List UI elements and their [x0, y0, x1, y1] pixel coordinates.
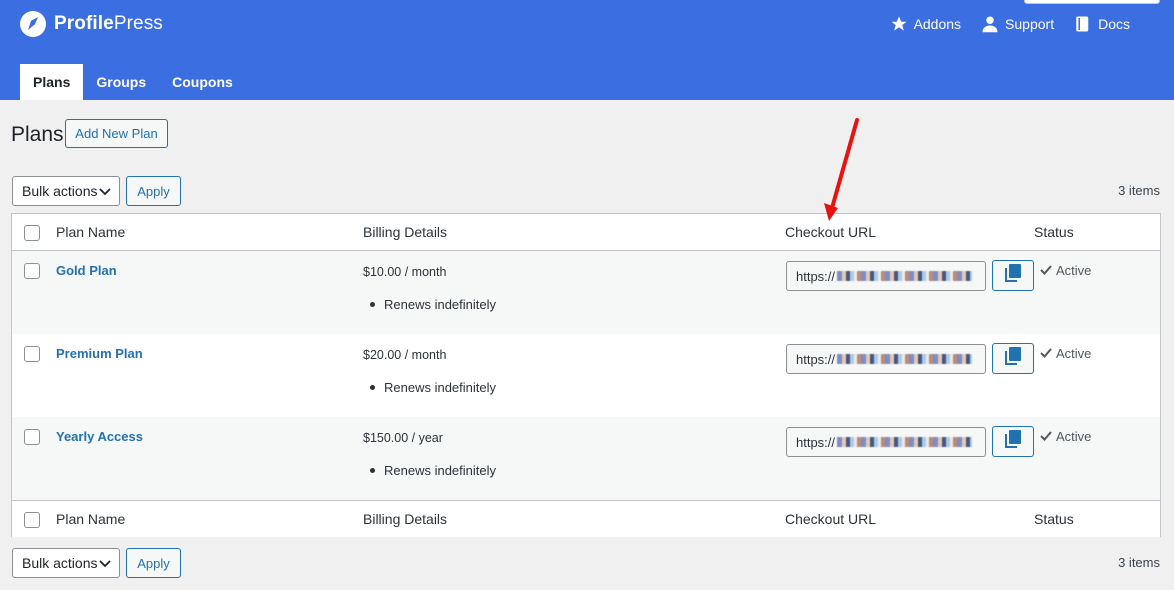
bulk-actions-select-top[interactable]: Bulk actions — [12, 176, 120, 206]
nav-tabs: Plans Groups Coupons — [20, 64, 246, 100]
copy-url-button[interactable] — [992, 426, 1034, 457]
renewal-text: Renews indefinitely — [384, 380, 497, 395]
bullet — [370, 385, 375, 390]
redacted-url — [837, 271, 973, 281]
tab-plans[interactable]: Plans — [20, 64, 84, 100]
docs-link[interactable]: Docs — [1074, 15, 1130, 33]
item-count-top: 3 items — [1118, 183, 1160, 198]
add-new-plan-button[interactable]: Add New Plan — [65, 119, 168, 148]
apply-button-top[interactable]: Apply — [126, 176, 181, 206]
status-badge: Active — [1040, 263, 1091, 278]
brand-name: ProfilePress — [54, 13, 163, 34]
book-icon — [1074, 15, 1092, 33]
billing-renewal: Renews indefinitely — [370, 297, 496, 312]
column-status: Status — [1034, 224, 1074, 240]
checkmark-icon — [1040, 346, 1052, 361]
footer-column-checkout-url: Checkout URL — [785, 511, 877, 527]
app-header: ProfilePress Addons Support Docs Plans G… — [0, 0, 1174, 100]
status-badge: Active — [1040, 346, 1091, 361]
url-prefix: https:// — [796, 434, 836, 450]
chevron-down-icon — [99, 555, 111, 571]
bullet — [370, 468, 375, 473]
billing-price: $20.00 / month — [363, 348, 447, 362]
column-plan-name[interactable]: Plan Name — [56, 224, 125, 240]
url-prefix: https:// — [796, 351, 836, 367]
redacted-url — [837, 437, 973, 447]
checkmark-icon — [1040, 429, 1052, 444]
plan-name-link[interactable]: Yearly Access — [56, 429, 143, 444]
page-title: Plans — [11, 123, 64, 146]
bulk-actions-label: Bulk actions — [22, 183, 98, 199]
select-all-checkbox[interactable] — [24, 225, 40, 241]
status-text: Active — [1056, 263, 1092, 278]
bulk-actions-select-bottom[interactable]: Bulk actions — [12, 548, 120, 578]
copy-url-button[interactable] — [992, 343, 1034, 374]
item-count-bottom: 3 items — [1118, 555, 1160, 570]
copy-url-button[interactable] — [992, 260, 1034, 291]
row-checkbox[interactable] — [24, 263, 40, 279]
url-prefix: https:// — [796, 268, 836, 284]
tab-coupons[interactable]: Coupons — [159, 64, 246, 100]
plan-name-link[interactable]: Premium Plan — [56, 346, 143, 361]
checkout-url-field[interactable]: https:// — [786, 427, 986, 457]
status-text: Active — [1056, 429, 1092, 444]
plans-table: Plan Name Billing Details Checkout URL S… — [11, 213, 1161, 537]
footer-column-status: Status — [1034, 511, 1074, 527]
table-footer: Plan Name Billing Details Checkout URL S… — [12, 500, 1160, 537]
checkout-url-field[interactable]: https:// — [786, 344, 986, 374]
footer-column-billing-details: Billing Details — [363, 511, 448, 527]
addons-link[interactable]: Addons — [890, 15, 961, 33]
search-box-edge[interactable] — [1024, 0, 1160, 4]
apply-button-bottom[interactable]: Apply — [126, 548, 181, 578]
column-checkout-url: Checkout URL — [785, 224, 877, 240]
status-badge: Active — [1040, 429, 1091, 444]
header-links: Addons Support Docs — [890, 15, 1130, 33]
copy-icon — [1005, 264, 1021, 287]
select-all-checkbox-footer[interactable] — [24, 512, 40, 528]
chevron-down-icon — [99, 183, 111, 199]
billing-renewal: Renews indefinitely — [370, 463, 496, 478]
profilepress-logo-icon — [20, 11, 46, 37]
tab-groups[interactable]: Groups — [83, 64, 159, 100]
renewal-text: Renews indefinitely — [384, 297, 497, 312]
renewal-text: Renews indefinitely — [384, 463, 497, 478]
copy-icon — [1005, 347, 1021, 370]
table-header: Plan Name Billing Details Checkout URL S… — [12, 214, 1160, 251]
plan-name-link[interactable]: Gold Plan — [56, 263, 117, 278]
star-icon — [890, 15, 908, 33]
table-row: Yearly Access $150.00 / year Renews inde… — [12, 417, 1160, 500]
row-checkbox[interactable] — [24, 429, 40, 445]
footer-column-plan-name[interactable]: Plan Name — [56, 511, 125, 527]
row-checkbox[interactable] — [24, 346, 40, 362]
checkmark-icon — [1040, 263, 1052, 278]
table-row: Gold Plan $10.00 / month Renews indefini… — [12, 251, 1160, 334]
docs-label: Docs — [1098, 16, 1130, 32]
billing-renewal: Renews indefinitely — [370, 380, 496, 395]
billing-price: $10.00 / month — [363, 265, 447, 279]
status-text: Active — [1056, 346, 1092, 361]
billing-price: $150.00 / year — [363, 431, 443, 445]
bulk-actions-label: Bulk actions — [22, 555, 98, 571]
column-billing-details: Billing Details — [363, 224, 448, 240]
brand-logo[interactable]: ProfilePress — [20, 11, 163, 37]
support-label: Support — [1005, 16, 1055, 32]
support-link[interactable]: Support — [981, 15, 1054, 33]
user-icon — [981, 15, 999, 33]
checkout-url-field[interactable]: https:// — [786, 261, 986, 291]
addons-label: Addons — [913, 16, 962, 32]
redacted-url — [837, 354, 973, 364]
bullet — [370, 302, 375, 307]
table-row: Premium Plan $20.00 / month Renews indef… — [12, 334, 1160, 417]
copy-icon — [1005, 430, 1021, 453]
